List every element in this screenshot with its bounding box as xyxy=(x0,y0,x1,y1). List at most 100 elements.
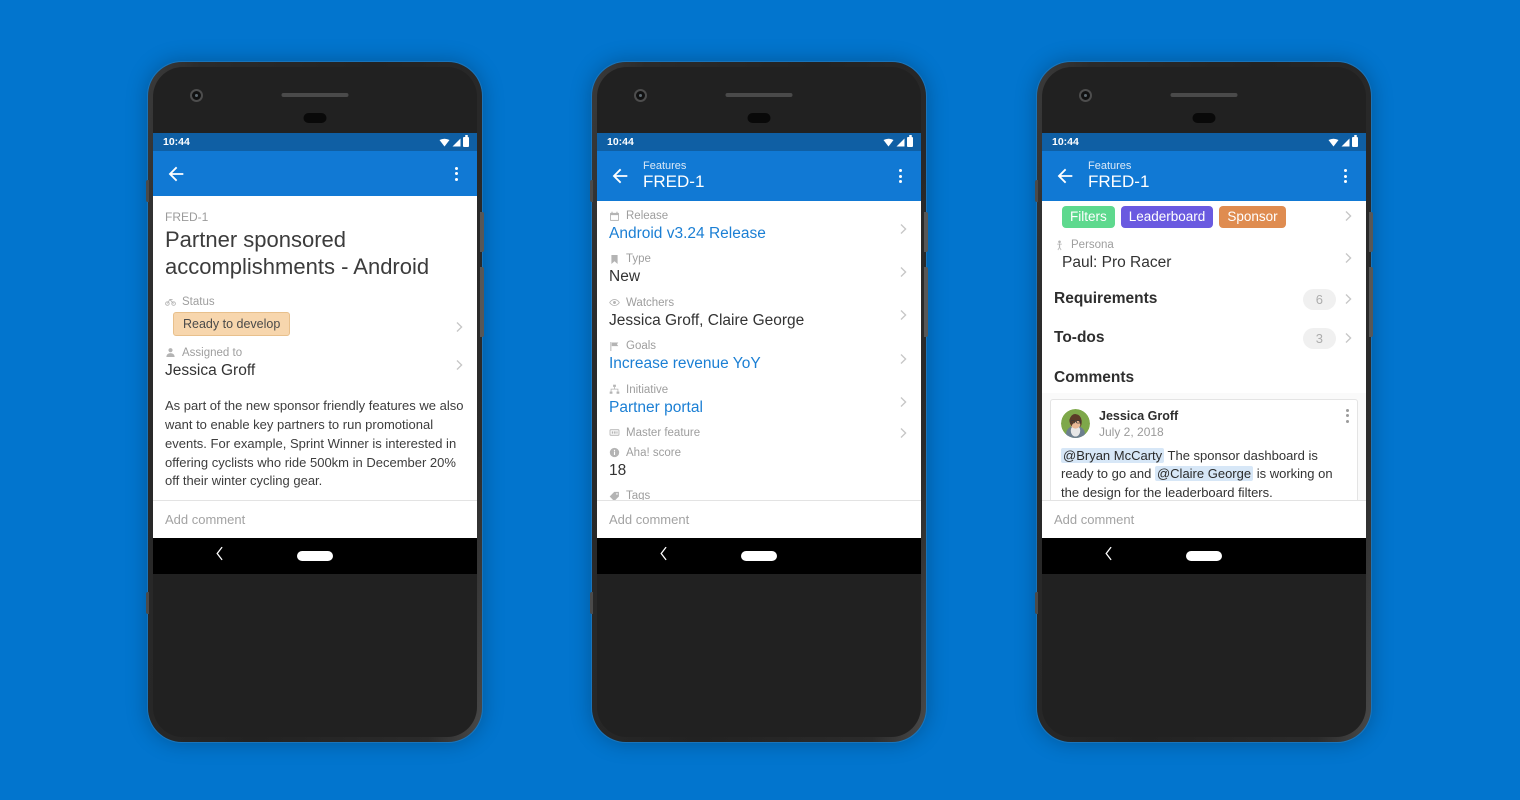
volume-button[interactable] xyxy=(1369,267,1373,337)
field-initiative-value[interactable]: Partner portal xyxy=(609,396,891,424)
field-type[interactable]: Type New xyxy=(609,250,909,293)
status-bar-icons xyxy=(1328,135,1358,147)
back-arrow-icon[interactable] xyxy=(165,163,187,185)
side-accent-top xyxy=(146,180,149,202)
org-chart-icon xyxy=(609,384,620,394)
chevron-right-icon[interactable] xyxy=(900,267,907,278)
power-button[interactable] xyxy=(480,212,484,252)
field-master-feature[interactable]: Master feature xyxy=(609,424,909,444)
tag-sponsor[interactable]: Sponsor xyxy=(1219,206,1286,229)
chevron-right-icon[interactable] xyxy=(1345,211,1352,222)
field-status-label-group: Status xyxy=(165,293,447,308)
field-goals[interactable]: Goals Increase revenue YoY xyxy=(609,337,909,380)
nav-home-pill[interactable] xyxy=(297,551,333,561)
overflow-menu-icon[interactable] xyxy=(445,163,467,185)
power-button[interactable] xyxy=(1369,212,1373,252)
field-tags[interactable]: Filters Leaderboard Sponsor xyxy=(1054,204,1354,236)
back-arrow-icon[interactable] xyxy=(1054,165,1076,187)
app-bar-titles-3: Features FRED-1 xyxy=(1088,160,1334,191)
volume-button[interactable] xyxy=(480,267,484,337)
field-watchers[interactable]: Watchers Jessica Groff, Claire George xyxy=(609,294,909,337)
phone-hardware-top xyxy=(597,67,921,134)
add-comment-bar-1[interactable]: Add comment xyxy=(153,500,477,538)
field-assigned-to[interactable]: Assigned to Jessica Groff xyxy=(165,344,465,387)
chevron-right-icon[interactable] xyxy=(900,397,907,408)
field-goals-label: Goals xyxy=(626,340,657,353)
chevron-right-icon[interactable] xyxy=(1345,252,1352,263)
phone-body-1: 10:44 FRED-1 Partner sponsored accomplis… xyxy=(153,67,477,737)
app-bar-2: Features FRED-1 xyxy=(597,151,921,201)
tag-leaderboard[interactable]: Leaderboard xyxy=(1120,206,1214,229)
field-goals-label-group: Goals xyxy=(609,337,891,352)
field-type-value: New xyxy=(609,268,641,286)
field-persona-value: Paul: Pro Racer xyxy=(1062,254,1172,272)
add-comment-bar-2[interactable]: Add comment xyxy=(597,500,921,538)
screen-2: 10:44 Features FRED-1 Release Android v3… xyxy=(597,133,921,574)
chevron-right-icon[interactable] xyxy=(900,427,907,438)
status-bar-3: 10:44 xyxy=(1042,133,1366,151)
overflow-menu-icon[interactable] xyxy=(889,165,911,187)
chevron-right-icon[interactable] xyxy=(900,310,907,321)
signal-icon xyxy=(896,138,905,146)
tag-filters[interactable]: Filters xyxy=(1062,206,1115,229)
chevron-right-icon[interactable] xyxy=(900,223,907,234)
chevron-right-icon[interactable] xyxy=(900,353,907,364)
earpiece xyxy=(1192,113,1216,123)
chevron-right-icon[interactable] xyxy=(456,360,463,371)
battery-icon xyxy=(463,135,469,147)
signal-icon xyxy=(452,138,461,146)
field-goals-value[interactable]: Increase revenue YoY xyxy=(609,352,891,380)
screen-3: 10:44 Features FRED-1 Filters Leaderboar… xyxy=(1042,133,1366,574)
section-requirements[interactable]: Requirements 6 xyxy=(1054,280,1354,319)
app-bar-1 xyxy=(153,151,477,196)
field-release[interactable]: Release Android v3.24 Release xyxy=(609,207,909,250)
feature-detail-scroll-2[interactable]: Release Android v3.24 Release Type New W… xyxy=(597,201,921,538)
nav-back-icon[interactable] xyxy=(659,546,668,566)
front-camera-icon xyxy=(190,89,203,102)
field-type-label-group: Type xyxy=(609,250,891,265)
system-nav-bar-1 xyxy=(153,538,477,574)
feature-detail-scroll-1[interactable]: FRED-1 Partner sponsored accomplishments… xyxy=(153,196,477,538)
field-initiative-label-group: Initiative xyxy=(609,381,891,396)
system-nav-bar-3 xyxy=(1042,538,1366,574)
feature-reference: FRED-1 xyxy=(165,210,209,224)
field-assigned-label: Assigned to xyxy=(182,346,243,359)
side-accent-top xyxy=(1035,180,1038,202)
field-persona-label: Persona xyxy=(1071,239,1114,252)
mention[interactable]: @Claire George xyxy=(1154,466,1254,482)
comment-overflow-menu-icon[interactable] xyxy=(1346,408,1349,423)
nav-back-icon[interactable] xyxy=(1104,546,1113,566)
feature-detail-scroll-3[interactable]: Filters Leaderboard Sponsor Persona Paul… xyxy=(1042,201,1366,538)
nav-home-pill[interactable] xyxy=(1186,551,1222,561)
chevron-right-icon[interactable] xyxy=(1345,333,1352,344)
mention[interactable]: @Bryan McCarty xyxy=(1061,447,1165,463)
field-watchers-label: Watchers xyxy=(626,296,675,309)
power-button[interactable] xyxy=(924,212,928,252)
nav-home-pill[interactable] xyxy=(741,551,777,561)
chevron-right-icon[interactable] xyxy=(456,321,463,332)
earpiece xyxy=(303,113,327,123)
side-accent-bottom xyxy=(590,592,593,614)
add-comment-bar-3[interactable]: Add comment xyxy=(1042,500,1366,538)
status-badge[interactable]: Ready to develop xyxy=(173,311,291,336)
volume-button[interactable] xyxy=(924,267,928,337)
field-status[interactable]: Status Ready to develop xyxy=(165,293,465,344)
field-persona[interactable]: Persona Paul: Pro Racer xyxy=(1054,236,1354,279)
section-todos[interactable]: To-dos 3 xyxy=(1054,319,1354,358)
overflow-menu-icon[interactable] xyxy=(1334,165,1356,187)
chevron-right-icon[interactable] xyxy=(1345,294,1352,305)
app-bar-3: Features FRED-1 xyxy=(1042,151,1366,201)
status-bar-2: 10:44 xyxy=(597,133,921,151)
persona-icon xyxy=(1057,240,1062,250)
field-initiative[interactable]: Initiative Partner portal xyxy=(609,381,909,424)
feature-description: As part of the new sponsor friendly feat… xyxy=(165,398,464,489)
info-circle-icon xyxy=(609,448,620,458)
nav-back-icon[interactable] xyxy=(215,546,224,566)
back-arrow-icon[interactable] xyxy=(609,165,631,187)
wifi-icon xyxy=(883,138,894,146)
add-comment-placeholder: Add comment xyxy=(609,512,690,527)
add-comment-placeholder: Add comment xyxy=(1054,512,1135,527)
field-persona-label-group: Persona xyxy=(1054,236,1336,251)
field-release-value[interactable]: Android v3.24 Release xyxy=(609,222,891,250)
status-bar-1: 10:44 xyxy=(153,133,477,151)
